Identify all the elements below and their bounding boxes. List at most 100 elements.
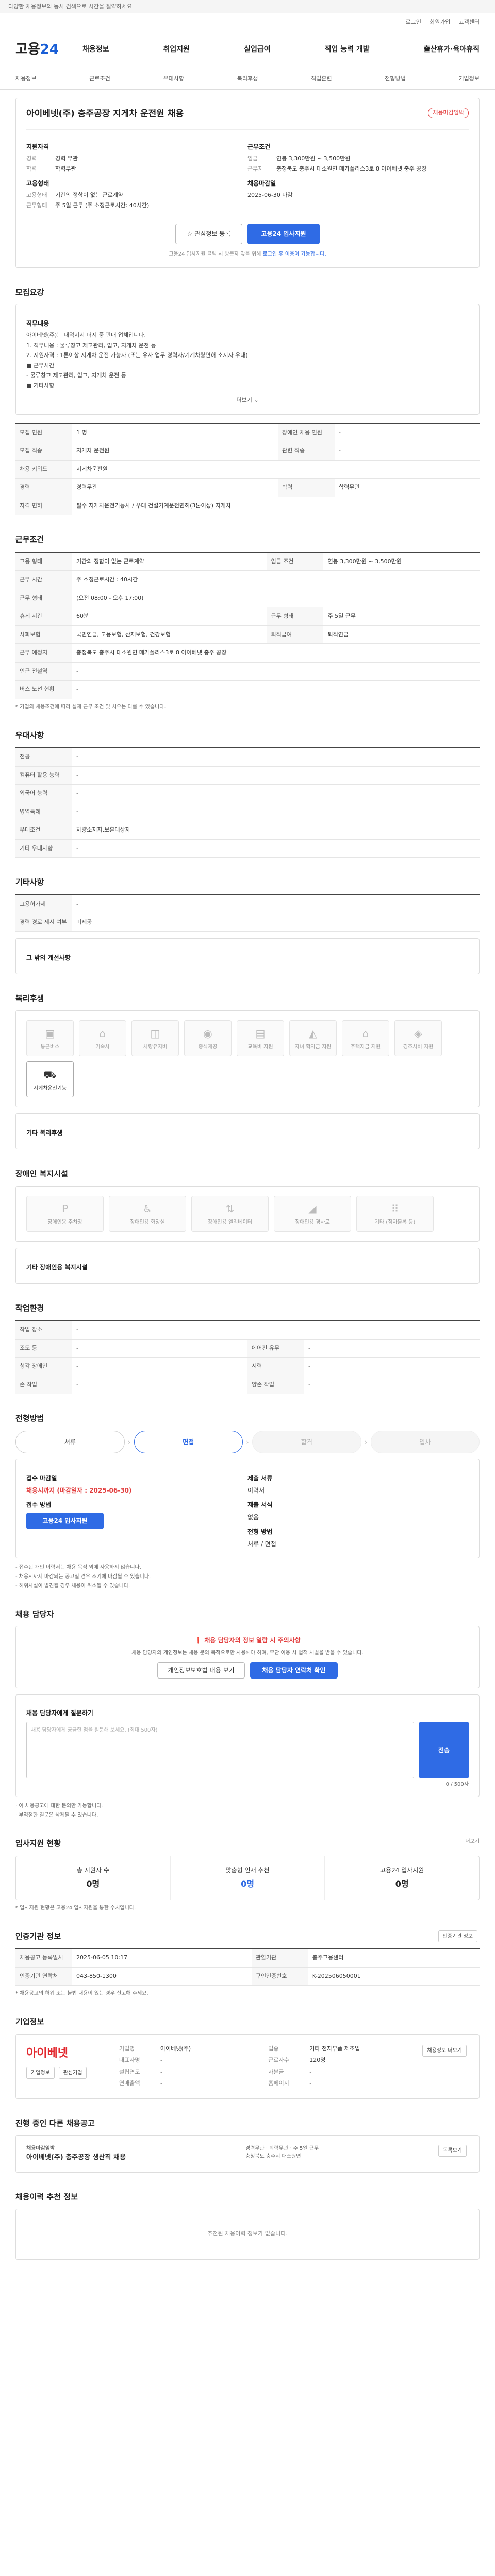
- apply-button[interactable]: 고용24 입사지원: [248, 223, 320, 244]
- signup-link[interactable]: 회원가입: [430, 18, 450, 27]
- stat-apply: 고용24 입사지원 0명: [380, 1866, 424, 1889]
- gnb-leave[interactable]: 출산휴가·육아휴직: [424, 44, 480, 55]
- help-link[interactable]: 고객센터: [459, 18, 480, 27]
- company-info-button[interactable]: 기업정보: [26, 2066, 55, 2079]
- disability-extra-box: 기타 장애인용 복지시설: [15, 1247, 480, 1284]
- step-join: 입사: [370, 1430, 480, 1453]
- save-interest-button[interactable]: ☆ 관심정보 등록: [175, 223, 242, 244]
- qa-title: 채용 담당자에게 질문하기: [26, 1709, 93, 1717]
- braille-icon: ⠿: [391, 1202, 399, 1215]
- book-icon: ▤: [255, 1027, 266, 1040]
- subnav-tab-training[interactable]: 직업훈련: [311, 75, 332, 83]
- contact-reveal-button[interactable]: 채용 담당자 연락처 확인: [250, 1662, 338, 1679]
- gift-icon: ◈: [414, 1027, 422, 1040]
- qualification-title: 지원자격: [26, 143, 50, 150]
- car-icon: ◫: [150, 1027, 160, 1040]
- company-box: 아이베넷 기업정보 관심기업 기업명 아이베넷(주) 업종 기타 전자부품 제조업 …: [15, 2033, 480, 2099]
- welfare-item: ⌂ 기숙사: [79, 1020, 126, 1056]
- company-logo: 아이베넷: [26, 2046, 68, 2060]
- subnav-tab-conditions[interactable]: 근로조건: [89, 75, 110, 83]
- misc-extra-box: 그 밖의 개선사항: [15, 938, 480, 974]
- gnb-support[interactable]: 취업지원: [163, 44, 190, 55]
- preference-table: 전공 - 컴퓨터 활용 능력 - 외국어 능력 - 병역특례 - 우대조건 차량소지자,보…: [15, 747, 480, 858]
- meal-icon: ◉: [203, 1027, 212, 1040]
- login-link[interactable]: 로그인: [406, 18, 421, 27]
- welfare-item: ▤ 교육비 지원: [237, 1020, 284, 1056]
- qa-textarea[interactable]: 채용 담당자에게 궁금한 점을 질문해 보세요. (최대 500자): [26, 1722, 414, 1778]
- history-note: * 입사지원 현황은 고용24 입사지원을 통한 수치입니다.: [15, 1905, 136, 1911]
- subnav-tab-process[interactable]: 전형방법: [385, 75, 405, 83]
- forklift-icon: ⛟: [43, 1068, 57, 1081]
- qa-send-button[interactable]: 전송: [419, 1722, 469, 1778]
- history-more-link[interactable]: 더보기: [465, 1838, 480, 1845]
- agency-info-button[interactable]: 인증기관 정보: [438, 1930, 477, 1942]
- chevron-right-icon: ›: [128, 1438, 130, 1446]
- section-info-title: 인증기관 정보: [15, 1931, 61, 1941]
- manager-alert-box: ❗ 채용 담당자의 정보 열람 시 주의사항 채용 담당자의 개인정보는 채용 …: [15, 1626, 480, 1688]
- welfare-item: ◫ 차량유지비: [131, 1020, 179, 1056]
- other-list-button[interactable]: 목록보기: [438, 2145, 467, 2157]
- gnb-benefit[interactable]: 실업급여: [244, 44, 271, 55]
- more-button[interactable]: 더보기 ⌄: [26, 396, 469, 405]
- subnav-tab-recruit[interactable]: 채용정보: [15, 75, 36, 83]
- job-title: 아이베넷(주) 충주공장 지게차 운전원 채용: [26, 109, 184, 119]
- welfare-item: ◭ 자녀 학자금 지원: [289, 1020, 337, 1056]
- section-environment-title: 작업환경: [15, 1303, 44, 1313]
- welfare-box: ▣ 통근버스 ⌂ 기숙사 ◫ 차량유지비 ◉ 중식제공 ▤ 교육비 지원 ◭ 자녀 학자금 …: [15, 1010, 480, 1107]
- gnb-jobs[interactable]: 채용정보: [82, 44, 109, 55]
- bus-icon: ▣: [45, 1027, 55, 1040]
- section-recruit-title: 모집요강: [15, 287, 44, 297]
- facility-item: ⇅ 장애인용 엘리베이터: [191, 1195, 269, 1232]
- company-jobs-button[interactable]: 채용정보 더보기: [422, 2044, 467, 2057]
- qa-notes: · 이 채용공고에 대한 문의만 가능합니다. · 부적절한 질문은 삭제될 수…: [15, 1803, 103, 1818]
- deadline-title: 채용마감일: [248, 179, 276, 187]
- subnav-tab-company[interactable]: 기업정보: [459, 75, 480, 83]
- step-docs: 서류: [15, 1430, 125, 1453]
- cap-icon: ◭: [309, 1027, 317, 1040]
- welfare-extra-box: 기타 복리후생: [15, 1113, 480, 1149]
- facility-item: P 장애인용 주차장: [26, 1195, 104, 1232]
- other-job-card[interactable]: 채용마감임박 아이베넷(주) 충주공장 생산직 채용 경력무관 · 학력무관 ·…: [15, 2135, 480, 2173]
- conditions-table: 고용 형태 기간의 정함이 없는 근로계약 임금 조건 연봉 3,300만원 ~ 3,…: [15, 551, 480, 699]
- section-disability-title: 장애인 복지시설: [15, 1169, 68, 1178]
- recruit-table: 모집 인원 1 명 장애인 채용 인원 - 모집 직종 지게차 운전원 관련 직종 - 채용…: [15, 422, 480, 516]
- environment-table: 작업 장소 - 조도 등 - 에어컨 유무 - 청각 장애인 - 시력 - 손 작업 - 양손 작…: [15, 1320, 480, 1394]
- disability-box: P 장애인용 주차장 ♿ 장애인용 화장실 ⇅ 장애인용 엘리베이터 ◢ 장애인용 경사…: [15, 1185, 480, 1242]
- alert-icon: ❗: [194, 1637, 205, 1644]
- conditions-note: * 기업의 채용조건에 따라 실제 근무 조건 및 처우는 다를 수 있습니다.: [15, 704, 166, 710]
- welfare-item: ◈ 경조사비 지원: [394, 1020, 442, 1056]
- welfare-item: ▣ 통근버스: [26, 1020, 74, 1056]
- gnb-training[interactable]: 직업 능력 개발: [325, 44, 370, 55]
- apply-deadline: 채용시까지 (마감일자 : 2025-06-30): [26, 1486, 132, 1494]
- chevron-right-icon: ›: [246, 1438, 249, 1446]
- privacy-law-button[interactable]: 개인정보보호법 내용 보기: [157, 1662, 245, 1679]
- toilet-icon: ♿: [143, 1202, 152, 1215]
- company-follow-button[interactable]: 관심기업: [58, 2066, 87, 2079]
- sub-nav: 채용정보 근로조건 우대사항 복리후생 직업훈련 전형방법 기업정보: [0, 69, 495, 90]
- chevron-down-icon: ⌄: [254, 397, 259, 403]
- star-icon: ☆: [187, 230, 195, 238]
- subnav-tab-welfare[interactable]: 복리후생: [237, 75, 258, 83]
- site-logo[interactable]: 고용24: [15, 40, 72, 60]
- apply-notice: 고용24 입사지원 클릭 시 방문자 앞을 위해 로그인 후 이용이 가능합니다…: [169, 251, 326, 257]
- welfare-item-active: ⛟ 지게차운전기능: [26, 1061, 74, 1097]
- deadline-badge: 채용마감임박: [428, 108, 469, 118]
- stat-total: 총 지원자 수 0명: [16, 1856, 171, 1900]
- process-stepper: 서류 › 면접 › 합격 › 입사: [15, 1430, 480, 1453]
- section-misc-title: 기타사항: [15, 877, 44, 887]
- facility-item: ♿ 장애인용 화장실: [109, 1195, 186, 1232]
- subnav-tab-preference[interactable]: 우대사항: [163, 75, 184, 83]
- step-pass: 합격: [252, 1430, 361, 1453]
- section-other-title: 진행 중인 다른 채용공고: [15, 2118, 95, 2128]
- section-history-title: 입사지원 현황: [15, 1839, 61, 1848]
- ramp-icon: ◢: [308, 1202, 317, 1215]
- info-note: * 채용공고의 허위 또는 불법 내용이 있는 경우 신고해 주세요.: [15, 1991, 148, 1996]
- section-manager-title: 채용 담당자: [15, 1609, 54, 1619]
- other-badge: 채용마감임박: [26, 2146, 55, 2151]
- other-title[interactable]: 아이베넷(주) 충주공장 생산직 채용: [26, 2153, 126, 2163]
- dorm-icon: ⌂: [99, 1027, 106, 1040]
- job-summary-card: 아이베넷(주) 충주공장 지게차 운전원 채용 채용마감임박 지원자격 경력 경력…: [15, 98, 480, 268]
- facility-item: ◢ 장애인용 경사로: [274, 1195, 351, 1232]
- utility-nav: 로그인 회원가입 고객센터: [0, 13, 495, 31]
- apply-method-button[interactable]: 고용24 입사지원: [26, 1512, 104, 1529]
